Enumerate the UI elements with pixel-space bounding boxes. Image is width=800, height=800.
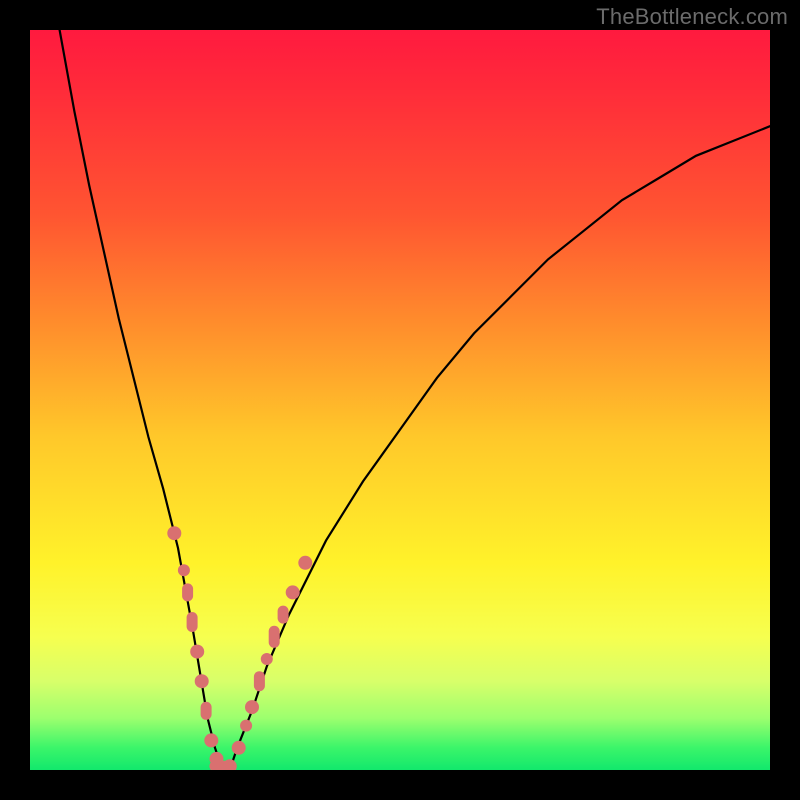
- data-marker: [209, 761, 235, 770]
- data-marker: [201, 702, 212, 720]
- data-marker: [254, 671, 265, 691]
- data-marker: [261, 653, 273, 665]
- curve-svg: [30, 30, 770, 770]
- bottleneck-curve: [60, 30, 770, 770]
- data-marker: [298, 556, 312, 570]
- data-marker: [178, 564, 190, 576]
- chart-frame: TheBottleneck.com: [0, 0, 800, 800]
- data-marker: [240, 720, 252, 732]
- data-marker: [167, 526, 181, 540]
- data-marker: [278, 606, 289, 624]
- marker-group: [167, 526, 312, 770]
- plot-area: [30, 30, 770, 770]
- data-marker: [195, 674, 209, 688]
- data-marker: [187, 612, 198, 632]
- data-marker: [190, 645, 204, 659]
- data-marker: [210, 752, 224, 766]
- data-marker: [182, 583, 193, 601]
- data-marker: [269, 626, 280, 648]
- watermark-text: TheBottleneck.com: [596, 4, 788, 30]
- data-marker: [204, 733, 218, 747]
- data-marker: [232, 741, 246, 755]
- data-marker: [223, 759, 237, 770]
- data-marker: [245, 700, 259, 714]
- data-marker: [286, 585, 300, 599]
